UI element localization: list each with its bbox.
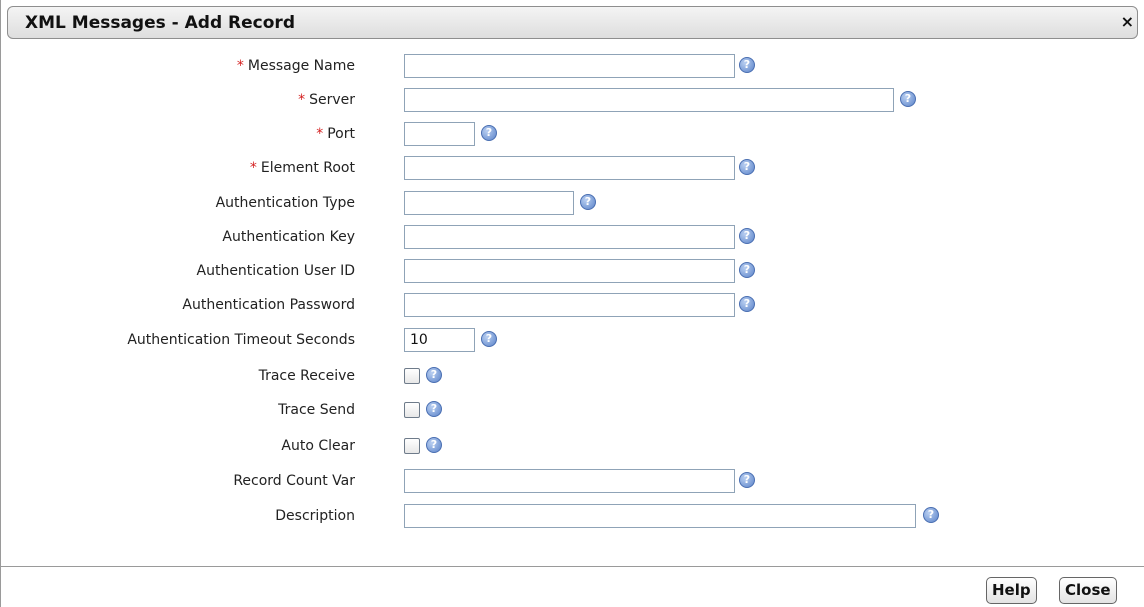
- dialog-title: XML Messages - Add Record: [25, 13, 295, 33]
- message-name-input[interactable]: [404, 54, 735, 78]
- help-icon[interactable]: ?: [923, 507, 939, 523]
- help-icon[interactable]: ?: [739, 228, 755, 244]
- server-label: Server: [309, 92, 355, 108]
- description-label: Description: [275, 508, 355, 524]
- help-icon[interactable]: ?: [426, 401, 442, 417]
- authentication-user-id-label: Authentication User ID: [196, 263, 356, 279]
- authentication-timeout-row: Authentication Timeout Seconds ?: [1, 328, 1101, 352]
- description-row: Description ?: [1, 504, 1101, 528]
- authentication-key-row: Authentication Key ?: [1, 225, 1101, 249]
- element-root-input[interactable]: [404, 156, 735, 180]
- element-root-label: Element Root: [260, 160, 355, 176]
- authentication-type-row: Authentication Type ?: [1, 191, 1101, 215]
- authentication-user-id-row: Authentication User ID ?: [1, 259, 1101, 283]
- authentication-type-label: Authentication Type: [215, 195, 355, 211]
- help-icon[interactable]: ?: [426, 437, 442, 453]
- help-icon[interactable]: ?: [481, 125, 497, 141]
- required-marker: *: [236, 58, 244, 74]
- message-name-label: Message Name: [247, 58, 355, 74]
- trace-receive-label: Trace Receive: [258, 368, 355, 384]
- trace-send-checkbox[interactable]: [404, 402, 420, 418]
- help-icon[interactable]: ?: [481, 331, 497, 347]
- element-root-row: * Element Root ?: [1, 156, 1101, 180]
- help-icon[interactable]: ?: [739, 57, 755, 73]
- required-marker: *: [316, 126, 324, 142]
- help-icon[interactable]: ?: [739, 262, 755, 278]
- record-count-var-label: Record Count Var: [233, 473, 355, 489]
- auto-clear-row: Auto Clear ?: [1, 434, 1101, 458]
- required-marker: *: [249, 160, 257, 176]
- authentication-password-row: Authentication Password ?: [1, 293, 1101, 317]
- message-name-row: * Message Name ?: [1, 54, 1101, 78]
- authentication-timeout-label: Authentication Timeout Seconds: [127, 332, 355, 348]
- required-marker: *: [298, 92, 306, 108]
- record-count-var-input[interactable]: [404, 469, 735, 493]
- authentication-timeout-input[interactable]: [404, 328, 475, 352]
- dialog-titlebar: XML Messages - Add Record ×: [7, 6, 1138, 39]
- help-icon[interactable]: ?: [739, 159, 755, 175]
- server-input[interactable]: [404, 88, 894, 112]
- help-icon[interactable]: ?: [739, 296, 755, 312]
- help-button[interactable]: Help: [986, 577, 1037, 604]
- trace-receive-row: Trace Receive ?: [1, 364, 1101, 388]
- help-icon[interactable]: ?: [739, 472, 755, 488]
- trace-send-label: Trace Send: [278, 402, 355, 418]
- description-input[interactable]: [404, 504, 916, 528]
- help-icon[interactable]: ?: [900, 91, 916, 107]
- auto-clear-label: Auto Clear: [281, 438, 355, 454]
- server-row: * Server ?: [1, 88, 1101, 112]
- authentication-user-id-input[interactable]: [404, 259, 735, 283]
- authentication-key-input[interactable]: [404, 225, 735, 249]
- footer-divider: [1, 566, 1144, 567]
- authentication-password-label: Authentication Password: [182, 297, 355, 313]
- trace-receive-checkbox[interactable]: [404, 368, 420, 384]
- trace-send-row: Trace Send ?: [1, 398, 1101, 422]
- close-icon[interactable]: ×: [1121, 12, 1134, 31]
- authentication-type-input[interactable]: [404, 191, 574, 215]
- help-icon[interactable]: ?: [580, 194, 596, 210]
- authentication-key-label: Authentication Key: [222, 229, 355, 245]
- record-count-var-row: Record Count Var ?: [1, 469, 1101, 493]
- port-row: * Port ?: [1, 122, 1101, 146]
- port-label: Port: [327, 126, 355, 142]
- authentication-password-input[interactable]: [404, 293, 735, 317]
- auto-clear-checkbox[interactable]: [404, 438, 420, 454]
- add-record-dialog: XML Messages - Add Record × * Message Nam…: [0, 0, 1144, 607]
- port-input[interactable]: [404, 122, 475, 146]
- help-icon[interactable]: ?: [426, 367, 442, 383]
- close-button[interactable]: Close: [1059, 577, 1117, 604]
